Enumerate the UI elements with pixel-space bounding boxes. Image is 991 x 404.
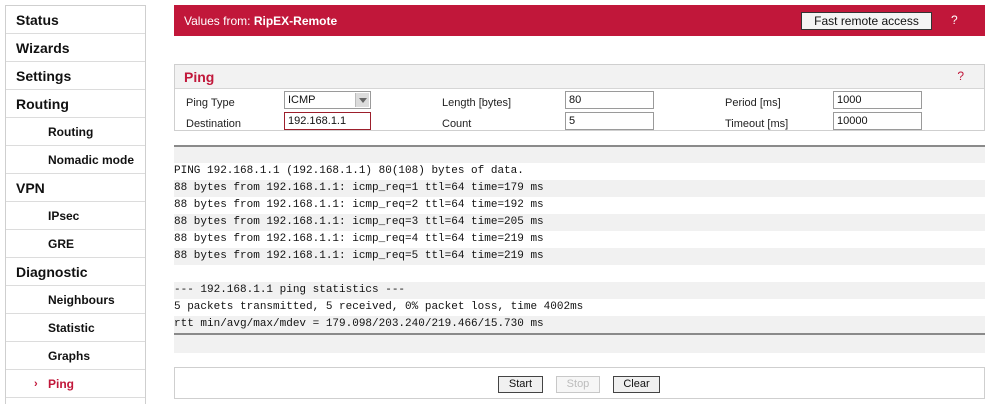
- sidebar-item-wizards[interactable]: Wizards: [6, 34, 145, 62]
- sidebar-item-vpn[interactable]: VPN: [6, 174, 145, 202]
- sidebar-item-label: VPN: [16, 179, 45, 196]
- stop-button[interactable]: Stop: [556, 376, 600, 393]
- header-prefix: Values from:: [184, 13, 254, 28]
- ping-type-label: Ping Type: [186, 97, 235, 109]
- output-line: --- 192.168.1.1 ping statistics ---: [174, 282, 985, 299]
- output-line: 88 bytes from 192.168.1.1: icmp_req=1 tt…: [174, 180, 985, 197]
- ping-controls: Start Stop Clear: [174, 367, 985, 399]
- sidebar-item-label: IPsec: [48, 208, 80, 223]
- clear-button[interactable]: Clear: [613, 376, 660, 393]
- sidebar-item-label: Routing: [48, 124, 94, 139]
- sidebar-item-label: Nomadic mode: [48, 152, 135, 167]
- period-label: Period [ms]: [725, 97, 781, 109]
- sidebar-nav: Status Wizards Settings Routing Routing …: [5, 5, 146, 404]
- sidebar-item-label: Neighbours: [48, 292, 115, 307]
- ping-type-select[interactable]: ICMP: [284, 91, 371, 109]
- sidebar-item-label: GRE: [48, 236, 75, 251]
- ping-type-value: ICMP: [288, 94, 316, 106]
- header-title: Values from: RipEX-Remote: [174, 14, 337, 28]
- output-line: 5 packets transmitted, 5 received, 0% pa…: [174, 301, 584, 313]
- chevron-right-icon: ›: [34, 377, 38, 390]
- period-input[interactable]: 1000: [833, 91, 922, 109]
- ping-output: PING 192.168.1.1 (192.168.1.1) 80(108) b…: [174, 145, 985, 354]
- output-line: 88 bytes from 192.168.1.1: icmp_req=3 tt…: [174, 214, 985, 231]
- sidebar-item-graphs[interactable]: Graphs: [6, 342, 145, 370]
- ping-panel-header: Ping ?: [175, 65, 984, 89]
- chevron-down-icon: [355, 93, 369, 107]
- output-line: rtt min/avg/max/mdev = 179.098/203.240/2…: [174, 316, 985, 333]
- output-line: PING 192.168.1.1 (192.168.1.1) 80(108) b…: [174, 165, 524, 177]
- fast-remote-access-button[interactable]: Fast remote access: [801, 12, 932, 30]
- output-line: 88 bytes from 192.168.1.1: icmp_req=2 tt…: [174, 199, 544, 211]
- sidebar-item-label: Status: [16, 11, 59, 28]
- sidebar-item-ping[interactable]: › Ping: [6, 370, 145, 398]
- sidebar-item-routing-group[interactable]: Routing: [6, 90, 145, 118]
- sidebar-item-label: Graphs: [48, 348, 91, 363]
- output-spacer: [174, 147, 985, 163]
- length-input[interactable]: 80: [565, 91, 654, 109]
- sidebar-item-label: Settings: [16, 67, 72, 84]
- sidebar-item-status[interactable]: Status: [6, 6, 145, 34]
- sidebar-item-label: Statistic: [48, 320, 95, 335]
- timeout-input[interactable]: 10000: [833, 112, 922, 130]
- sidebar-item-routing[interactable]: Routing: [6, 118, 145, 146]
- sidebar-item-label: Ping: [48, 376, 74, 391]
- sidebar-item-diagnostic[interactable]: Diagnostic: [6, 258, 145, 286]
- device-name: RipEX-Remote: [253, 13, 338, 28]
- sidebar-item-label: Routing: [16, 95, 69, 112]
- sidebar-item-gre[interactable]: GRE: [6, 230, 145, 258]
- output-spacer: [174, 335, 985, 353]
- length-label: Length [bytes]: [442, 97, 512, 109]
- help-icon[interactable]: ?: [957, 69, 964, 83]
- count-input[interactable]: 5: [565, 112, 654, 130]
- sidebar-item-neighbours[interactable]: Neighbours: [6, 286, 145, 314]
- sidebar-item-statistic[interactable]: Statistic: [6, 314, 145, 342]
- sidebar-item-label: Wizards: [16, 39, 70, 56]
- destination-label: Destination: [186, 118, 242, 130]
- help-icon[interactable]: ?: [951, 13, 958, 27]
- count-label: Count: [442, 118, 472, 130]
- output-line: 88 bytes from 192.168.1.1: icmp_req=4 tt…: [174, 233, 544, 245]
- sidebar-item-label: Diagnostic: [16, 263, 88, 280]
- destination-input[interactable]: 192.168.1.1: [284, 112, 371, 130]
- header-bar: Values from: RipEX-Remote Fast remote ac…: [174, 5, 985, 36]
- panel-title: Ping: [184, 69, 215, 85]
- sidebar-item-nomadic-mode[interactable]: Nomadic mode: [6, 146, 145, 174]
- start-button[interactable]: Start: [498, 376, 543, 393]
- timeout-label: Timeout [ms]: [725, 118, 789, 130]
- output-line: 88 bytes from 192.168.1.1: icmp_req=5 tt…: [174, 248, 985, 265]
- sidebar-item-settings[interactable]: Settings: [6, 62, 145, 90]
- sidebar-item-ipsec[interactable]: IPsec: [6, 202, 145, 230]
- ping-settings-panel: Ping ? Ping Type ICMP Destination 192.16…: [174, 64, 985, 131]
